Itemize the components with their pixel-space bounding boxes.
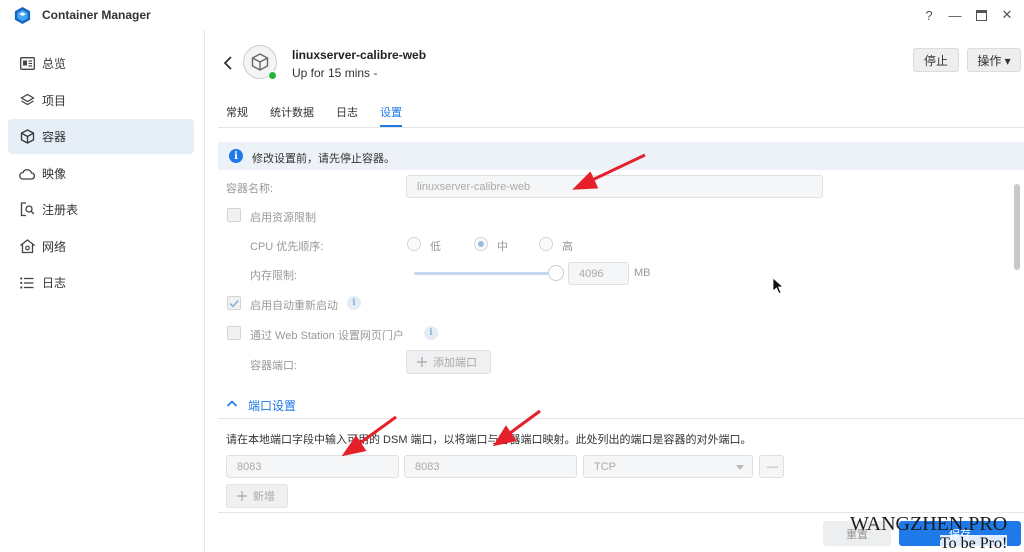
registry-search-icon	[19, 202, 35, 218]
container-cube-icon	[19, 129, 35, 145]
cpu-priority-label: CPU 优先顺序:	[250, 241, 324, 253]
title-bar: Container Manager ? — ✕	[0, 0, 1024, 30]
network-house-icon	[19, 239, 35, 255]
stop-button[interactable]: 停止	[913, 48, 959, 72]
sidebar-item-network[interactable]: 网络	[8, 229, 194, 264]
cpu-low-radio[interactable]	[407, 237, 421, 251]
memory-limit-label: 内存限制:	[250, 270, 298, 282]
sidebar-item-label: 映像	[42, 167, 67, 181]
tab-settings[interactable]: 设置	[380, 104, 402, 127]
memory-value-input[interactable]: 4096	[568, 262, 629, 285]
app-title: Container Manager	[42, 8, 151, 22]
info-banner: i 修改设置前，请先停止容器。	[218, 142, 1024, 170]
resource-limit-checkbox[interactable]	[227, 208, 241, 222]
add-mapping-label: 新增	[253, 491, 275, 503]
scrollbar[interactable]	[1014, 184, 1020, 270]
plus-icon	[237, 491, 247, 501]
sidebar-divider	[204, 30, 205, 552]
watermark-line1: WANGZHEN.PRO	[850, 513, 1008, 535]
back-button[interactable]	[222, 54, 236, 72]
port-settings-description: 请在本地端口字段中输入可用的 DSM 端口，以将端口与容器端口映射。此处列出的端…	[226, 434, 752, 446]
sidebar-item-registry[interactable]: 注册表	[8, 192, 194, 227]
chevron-up-icon[interactable]	[226, 399, 238, 409]
close-button[interactable]: ✕	[998, 6, 1016, 24]
container-port-input[interactable]: 8083	[404, 455, 577, 478]
web-station-checkbox[interactable]	[227, 326, 241, 340]
container-name-input[interactable]: linuxserver-calibre-web	[406, 175, 823, 198]
sidebar-item-container[interactable]: 容器	[8, 119, 194, 154]
maximize-button[interactable]	[972, 6, 990, 24]
image-cloud-icon	[19, 166, 35, 182]
container-name-label: 容器名称:	[226, 183, 274, 195]
window-controls: ? — ✕	[920, 6, 1016, 24]
chevron-down-icon	[736, 465, 744, 470]
container-cube-icon	[251, 53, 269, 71]
add-port-button[interactable]: 添加端口	[406, 350, 491, 374]
protocol-value: TCP	[594, 460, 616, 473]
project-layers-icon	[19, 93, 35, 109]
cpu-mid-radio[interactable]	[474, 237, 488, 251]
sidebar: 总览 项目 容器 映像 注册表 网络 日志	[0, 44, 204, 552]
running-status-dot	[268, 71, 277, 80]
overview-icon	[19, 56, 35, 72]
help-button[interactable]: ?	[920, 6, 938, 24]
tab-log[interactable]: 日志	[336, 104, 358, 126]
sidebar-item-label: 总览	[42, 57, 67, 71]
minimize-button[interactable]: —	[946, 6, 964, 24]
watermark-line2: To be Pro!	[940, 535, 1008, 552]
mouse-cursor-icon	[772, 277, 785, 295]
cpu-low-label: 低	[430, 241, 441, 253]
auto-restart-label: 启用自动重新启动	[250, 300, 338, 312]
container-port-label: 容器端口:	[250, 360, 298, 372]
cpu-high-radio[interactable]	[539, 237, 553, 251]
sidebar-item-label: 容器	[42, 130, 67, 144]
auto-restart-info-icon[interactable]: i	[347, 296, 361, 310]
log-list-icon	[19, 275, 35, 291]
section-divider	[218, 418, 1024, 419]
sidebar-item-project[interactable]: 项目	[8, 83, 194, 118]
web-station-info-icon[interactable]: i	[424, 326, 438, 340]
cpu-mid-label: 中	[497, 241, 508, 253]
protocol-select[interactable]: TCP	[583, 455, 753, 478]
remove-port-button[interactable]: —	[759, 455, 784, 478]
tab-general[interactable]: 常规	[226, 104, 248, 126]
resource-limit-label: 启用资源限制	[250, 212, 316, 224]
sidebar-item-image[interactable]: 映像	[8, 156, 194, 191]
info-icon: i	[229, 149, 243, 163]
sidebar-item-overview[interactable]: 总览	[8, 46, 194, 81]
plus-icon	[417, 357, 427, 367]
sidebar-item-label: 项目	[42, 94, 67, 108]
local-port-input[interactable]: 8083	[226, 455, 399, 478]
checkmark-icon	[229, 299, 239, 308]
web-station-label: 通过 Web Station 设置网页门户	[250, 330, 404, 342]
sidebar-item-log[interactable]: 日志	[8, 265, 194, 300]
container-manager-logo-icon	[14, 6, 31, 25]
sidebar-item-label: 注册表	[42, 203, 79, 217]
cpu-high-label: 高	[562, 241, 573, 253]
sidebar-item-label: 日志	[42, 276, 67, 290]
tabs-divider	[218, 127, 1024, 128]
memory-slider-handle[interactable]	[548, 265, 564, 281]
memory-slider-track[interactable]	[414, 272, 557, 275]
maximize-icon	[975, 9, 987, 21]
add-port-label: 添加端口	[433, 357, 477, 369]
container-name-title: linuxserver-calibre-web	[292, 48, 427, 62]
tab-bar: 常规 统计数据 日志 设置	[226, 104, 424, 127]
memory-unit-label: MB	[634, 267, 651, 279]
add-mapping-button[interactable]: 新增	[226, 484, 288, 508]
tab-statistics[interactable]: 统计数据	[270, 104, 314, 126]
action-dropdown-button[interactable]: 操作 ▾	[967, 48, 1021, 72]
container-status-text: Up for 15 mins -	[292, 66, 378, 80]
port-settings-section-title[interactable]: 端口设置	[248, 397, 296, 414]
info-banner-text: 修改设置前，请先停止容器。	[252, 153, 395, 165]
auto-restart-checkbox[interactable]	[227, 296, 241, 310]
sidebar-item-label: 网络	[42, 240, 67, 254]
